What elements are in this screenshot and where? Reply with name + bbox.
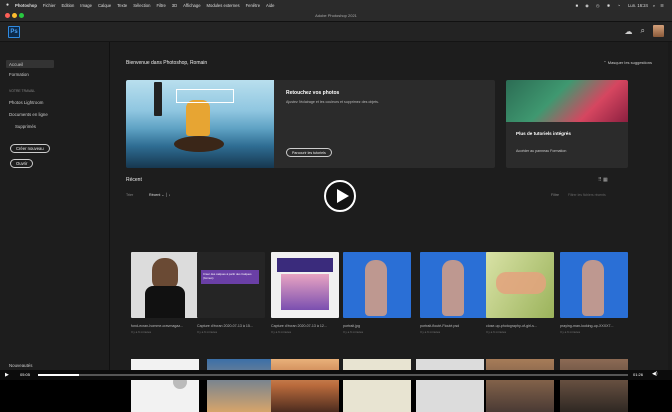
banner-image: [126, 80, 274, 168]
menu-item[interactable]: Image: [80, 3, 92, 8]
file-name[interactable]: portrait-flouté-Flouté.psd: [420, 324, 488, 328]
create-new-button[interactable]: Créer nouveau: [10, 144, 50, 153]
menu-item[interactable]: Aide: [266, 3, 274, 8]
elapsed-time: 05:05: [20, 372, 31, 377]
banner-title: Retouchez vos photos: [286, 90, 340, 96]
remaining-time: 01:26: [633, 372, 644, 377]
menu-item[interactable]: Filtre: [156, 3, 165, 8]
window-title: Adobe Photoshop 2021: [315, 13, 357, 18]
apple-icon[interactable]: ●: [6, 2, 9, 8]
tutorial-banner[interactable]: Retouchez vos photos Ajustez l'éclairage…: [126, 80, 495, 168]
status-icons[interactable]: ■ ◉ ◷ ✱ ◔: [576, 3, 624, 8]
video-controls: ▶ 05:05 01:26 ◀): [0, 370, 672, 380]
file-date: Il y a 6 minutes: [343, 330, 364, 334]
search-icon[interactable]: ⌕: [653, 3, 655, 8]
tutorials-card[interactable]: Plus de tutoriels intégrés Accéder au pa…: [506, 80, 628, 168]
menu-item[interactable]: Calque: [98, 3, 111, 8]
whats-new-link[interactable]: Nouveautés: [9, 363, 32, 368]
sidebar-section-title: VOTRE TRAVAIL: [9, 89, 36, 93]
progress-bar[interactable]: [38, 374, 628, 376]
file-date: Il y a 6 minutes: [271, 330, 292, 334]
menu-app-name[interactable]: Photoshop: [15, 3, 37, 8]
open-button[interactable]: Ouvrir: [10, 159, 34, 168]
thumb-caption: Créer des calques à partir des Calques (…: [201, 270, 259, 284]
sidebar-item-deleted[interactable]: Supprimés: [15, 124, 36, 129]
file-thumbnail[interactable]: [271, 359, 339, 412]
file-name[interactable]: close-up-photography-of-girl-s...: [486, 324, 554, 328]
file-date: Il y a 6 minutes: [560, 330, 581, 334]
file-date: Il y a 6 minutes: [486, 330, 507, 334]
chevron-down-icon: ⌄ │ ↓: [160, 193, 171, 197]
file-name[interactable]: Capture d'écran 2020-07-13 à 15...: [197, 324, 265, 328]
menu-item[interactable]: 3D: [172, 3, 177, 8]
hide-suggestions-link[interactable]: ⌃ Masquer les suggestions: [603, 60, 652, 65]
cloud-icon[interactable]: ☁: [625, 27, 633, 36]
tutorials-card-title: Plus de tutoriels intégrés: [516, 131, 571, 136]
file-thumbnail[interactable]: [343, 359, 411, 412]
control-center-icon[interactable]: ☰: [660, 3, 664, 8]
browse-tutorials-button[interactable]: Parcourir les tutoriels: [286, 148, 332, 157]
menu-item[interactable]: Fichier: [43, 3, 56, 8]
menu-item[interactable]: Fenêtre: [246, 3, 260, 8]
filter-input[interactable]: Filtrer les fichiers récents: [566, 191, 646, 199]
scrollbar[interactable]: [668, 42, 671, 370]
sidebar: Accueil Formation VOTRE TRAVAIL Photos L…: [0, 42, 110, 370]
sidebar-item-formation[interactable]: Formation: [9, 72, 29, 77]
macos-menubar: ● Photoshop Fichier Edition Image Calque…: [0, 0, 672, 10]
tutorials-card-link[interactable]: Accéder au panneau Formation: [516, 149, 566, 153]
flamingo-image: [506, 80, 628, 122]
file-thumbnail[interactable]: [271, 252, 339, 318]
file-date: Il y a 6 minutes: [197, 330, 218, 334]
file-name[interactable]: fond-ecran-homme-cravmagaz...: [131, 324, 199, 328]
welcome-title: Bienvenue dans Photoshop, Romain: [126, 60, 208, 66]
file-thumbnail[interactable]: [486, 359, 554, 412]
file-name[interactable]: Capture d'écran 2020-07-13 à 12...: [271, 324, 339, 328]
home-panel: Bienvenue dans Photoshop, Romain ⌃ Masqu…: [111, 42, 672, 412]
play-icon[interactable]: ▶: [5, 372, 9, 378]
file-thumbnail[interactable]: [560, 252, 628, 318]
file-name[interactable]: portrait.jpg: [343, 324, 411, 328]
grid-view-icon[interactable]: ⠿ ▦: [598, 177, 608, 183]
app-header: Ps ☁ ⌕: [0, 22, 672, 42]
menu-item[interactable]: Modules externes: [207, 3, 240, 8]
file-thumbnail[interactable]: [420, 252, 488, 318]
file-thumbnail[interactable]: [560, 359, 628, 412]
sort-label: Trier: [126, 193, 134, 197]
sidebar-item-lightroom[interactable]: Photos Lightroom: [9, 100, 43, 105]
menu-item[interactable]: Texte: [117, 3, 127, 8]
sidebar-item-cloud-docs[interactable]: Documents en ligne: [9, 112, 48, 117]
file-thumbnail[interactable]: [131, 252, 199, 318]
avatar[interactable]: [653, 25, 664, 37]
photoshop-logo[interactable]: Ps: [8, 26, 20, 38]
file-thumbnail[interactable]: Créer des calques à partir des Calques (…: [197, 252, 265, 318]
menu-item[interactable]: Affichage: [183, 3, 200, 8]
search-icon[interactable]: ⌕: [641, 26, 645, 36]
clock: Lun. 16:24: [628, 2, 648, 8]
file-name[interactable]: praying-man-looking-up-XXXX7...: [560, 324, 628, 328]
filter-label: Filtre: [551, 193, 559, 197]
menu-item[interactable]: Edition: [61, 3, 74, 8]
file-thumbnail[interactable]: [343, 252, 411, 318]
sort-dropdown[interactable]: Récent ⌄ │ ↓: [149, 193, 170, 197]
file-thumbnail[interactable]: [416, 359, 484, 412]
volume-icon[interactable]: ◀): [652, 371, 658, 377]
recent-title: Récent: [126, 177, 142, 183]
file-date: Il y a 6 minutes: [420, 330, 441, 334]
menu-item[interactable]: Sélection: [133, 3, 150, 8]
sidebar-item-home[interactable]: Accueil: [6, 60, 54, 68]
banner-description: Ajustez l'éclairage et les couleurs et s…: [286, 100, 379, 104]
screen: ● Photoshop Fichier Edition Image Calque…: [0, 0, 672, 412]
play-icon[interactable]: [324, 180, 356, 212]
file-date: Il y a 6 minutes: [131, 330, 152, 334]
file-thumbnail[interactable]: [207, 359, 275, 412]
file-thumbnail[interactable]: [131, 359, 199, 412]
window-titlebar: Adobe Photoshop 2021: [0, 10, 672, 22]
file-thumbnail[interactable]: [486, 252, 554, 318]
